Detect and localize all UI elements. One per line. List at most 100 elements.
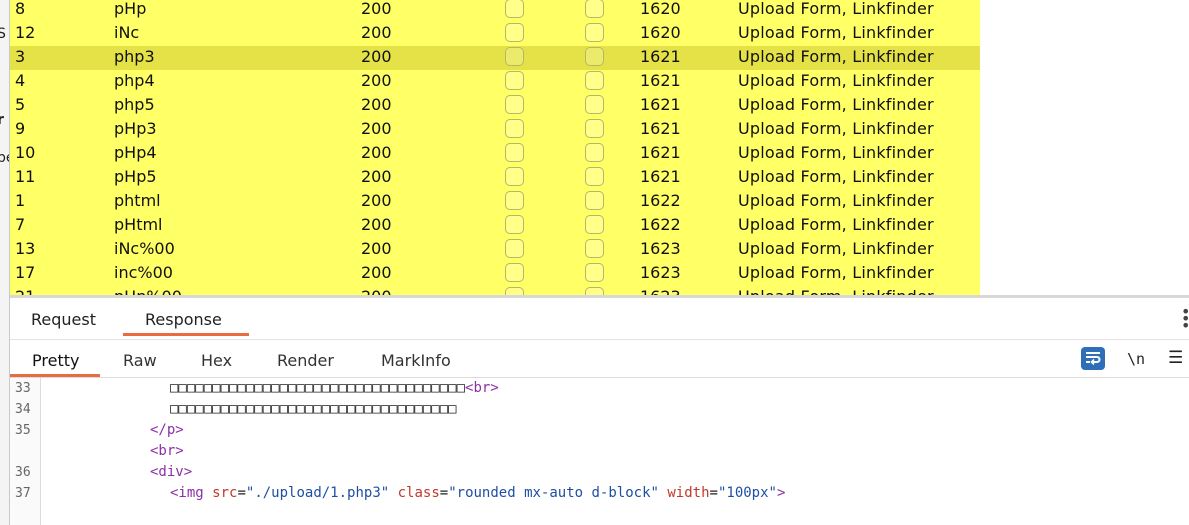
code-string: "100px" bbox=[717, 485, 777, 501]
tab-request[interactable]: Request bbox=[31, 310, 96, 329]
line-number: 36 bbox=[15, 465, 31, 480]
code-attr: src bbox=[212, 485, 238, 501]
table-row[interactable]: 9 pHp3 200 1621 Upload Form, Linkfinder bbox=[10, 118, 980, 142]
checkbox-timeout[interactable] bbox=[585, 263, 604, 282]
code-tag: </p> bbox=[150, 422, 184, 438]
table-row[interactable]: 10 pHp4 200 1621 Upload Form, Linkfinder bbox=[10, 142, 980, 166]
line-number: 35 bbox=[15, 423, 31, 438]
cell-comment: Upload Form, Linkfinder bbox=[738, 23, 934, 42]
cell-comment: Upload Form, Linkfinder bbox=[738, 47, 934, 66]
cell-payload: pHp bbox=[114, 0, 147, 18]
checkbox-error[interactable] bbox=[505, 215, 524, 234]
cell-length: 1623 bbox=[640, 239, 681, 258]
response-editor[interactable]: 33 34 35 36 37 □□□□□□□□□□□□□□□□□□□□□□□□□… bbox=[10, 378, 1189, 525]
code-line-35-wrap: <br> bbox=[150, 443, 184, 459]
cell-comment: Upload Form, Linkfinder bbox=[738, 95, 934, 114]
cell-request-id: 12 bbox=[15, 23, 36, 42]
code-string: "rounded mx-auto d-block" bbox=[448, 485, 659, 501]
tab-markinfo[interactable]: MarkInfo bbox=[381, 351, 451, 370]
code-line-36: <div> bbox=[150, 464, 192, 480]
table-row[interactable]: 3 php3 200 1621 Upload Form, Linkfinder bbox=[10, 46, 980, 70]
checkbox-timeout[interactable] bbox=[585, 215, 604, 234]
wrap-lines-icon[interactable] bbox=[1081, 347, 1105, 370]
cell-status-code: 200 bbox=[361, 143, 392, 162]
code-text: □□□□□□□□□□□□□□□□□□□□□□□□□□□□□□□□□□ bbox=[170, 401, 457, 417]
cell-status-code: 200 bbox=[361, 0, 392, 18]
table-row[interactable]: 17 inc%00 200 1623 Upload Form, Linkfinder bbox=[10, 262, 980, 286]
cell-comment: Upload Form, Linkfinder bbox=[738, 167, 934, 186]
table-row[interactable]: 4 php4 200 1621 Upload Form, Linkfinder bbox=[10, 70, 980, 94]
background-text-fragment: S bbox=[0, 26, 6, 42]
tab-raw[interactable]: Raw bbox=[123, 351, 157, 370]
newline-toggle-button[interactable]: \n bbox=[1127, 350, 1145, 368]
cell-request-id: 3 bbox=[15, 47, 26, 66]
table-row[interactable]: 13 iNc%00 200 1623 Upload Form, Linkfinder bbox=[10, 238, 980, 262]
checkbox-error[interactable] bbox=[505, 167, 524, 186]
cell-request-id: 10 bbox=[15, 143, 36, 162]
more-options-icon[interactable]: ••• bbox=[1181, 304, 1189, 334]
cell-status-code: 200 bbox=[361, 47, 392, 66]
tab-render[interactable]: Render bbox=[277, 351, 334, 370]
cell-length: 1622 bbox=[640, 191, 681, 210]
cell-payload: iNc%00 bbox=[114, 239, 175, 258]
cell-length: 1623 bbox=[640, 263, 681, 282]
checkbox-timeout[interactable] bbox=[585, 71, 604, 90]
view-tabs: Pretty Raw Hex Render MarkInfo \n ☰ bbox=[10, 340, 1189, 378]
table-row[interactable]: 1 phtml 200 1622 Upload Form, Linkfinder bbox=[10, 190, 980, 214]
code-string: "./upload/1.php3" bbox=[245, 485, 390, 501]
results-empty-area bbox=[980, 0, 1189, 296]
table-row[interactable]: 5 php5 200 1621 Upload Form, Linkfinder bbox=[10, 94, 980, 118]
cell-length: 1621 bbox=[640, 143, 681, 162]
checkbox-error[interactable] bbox=[505, 71, 524, 90]
checkbox-error[interactable] bbox=[505, 239, 524, 258]
checkbox-timeout[interactable] bbox=[585, 0, 604, 18]
table-row[interactable]: 11 pHp5 200 1621 Upload Form, Linkfinder bbox=[10, 166, 980, 190]
tab-hex[interactable]: Hex bbox=[201, 351, 232, 370]
table-row[interactable]: 7 pHtml 200 1622 Upload Form, Linkfinder bbox=[10, 214, 980, 238]
line-number: 34 bbox=[15, 402, 31, 417]
checkbox-timeout[interactable] bbox=[585, 239, 604, 258]
checkbox-error[interactable] bbox=[505, 47, 524, 66]
checkbox-error[interactable] bbox=[505, 263, 524, 282]
cell-payload: php5 bbox=[114, 95, 155, 114]
line-number: 33 bbox=[15, 381, 31, 396]
code-text: □□□□□□□□□□□□□□□□□□□□□□□□□□□□□□□□□□□ bbox=[170, 380, 466, 396]
cell-payload: phtml bbox=[114, 191, 161, 210]
tab-response[interactable]: Response bbox=[145, 310, 222, 329]
table-row[interactable]: 12 iNc 200 1620 Upload Form, Linkfinder bbox=[10, 22, 980, 46]
cell-comment: Upload Form, Linkfinder bbox=[738, 239, 934, 258]
cell-length: 1621 bbox=[640, 167, 681, 186]
checkbox-error[interactable] bbox=[505, 23, 524, 42]
hamburger-menu-icon[interactable]: ☰ bbox=[1168, 348, 1183, 368]
results-table: 8 pHp 200 1620 Upload Form, Linkfinder 12 iNc 2… bbox=[10, 0, 980, 296]
checkbox-error[interactable] bbox=[505, 191, 524, 210]
checkbox-timeout[interactable] bbox=[585, 119, 604, 138]
cell-length: 1621 bbox=[640, 95, 681, 114]
code-tag: <div> bbox=[150, 464, 193, 480]
code-line-37: <img src="./upload/1.php3" class="rounde… bbox=[170, 485, 786, 501]
checkbox-error[interactable] bbox=[505, 95, 524, 114]
checkbox-timeout[interactable] bbox=[585, 191, 604, 210]
code-line-35: </p> bbox=[150, 422, 184, 438]
checkbox-timeout[interactable] bbox=[585, 95, 604, 114]
table-row[interactable]: 8 pHp 200 1620 Upload Form, Linkfinder bbox=[10, 0, 980, 22]
checkbox-error[interactable] bbox=[505, 143, 524, 162]
checkbox-timeout[interactable] bbox=[585, 167, 604, 186]
checkbox-error[interactable] bbox=[505, 119, 524, 138]
cell-payload: inc%00 bbox=[114, 263, 173, 282]
code-tag: <br> bbox=[465, 380, 499, 396]
cell-payload: pHp5 bbox=[114, 167, 157, 186]
checkbox-timeout[interactable] bbox=[585, 143, 604, 162]
tab-pretty[interactable]: Pretty bbox=[32, 351, 79, 370]
line-number-gutter: 33 34 35 36 37 bbox=[10, 378, 41, 525]
checkbox-timeout[interactable] bbox=[585, 23, 604, 42]
checkbox-timeout[interactable] bbox=[585, 47, 604, 66]
cell-status-code: 200 bbox=[361, 239, 392, 258]
cell-comment: Upload Form, Linkfinder bbox=[738, 0, 934, 18]
cell-request-id: 1 bbox=[15, 191, 26, 210]
cell-length: 1620 bbox=[640, 0, 681, 18]
cell-payload: php4 bbox=[114, 71, 155, 90]
cell-comment: Upload Form, Linkfinder bbox=[738, 71, 934, 90]
checkbox-error[interactable] bbox=[505, 0, 524, 18]
cell-payload: iNc bbox=[114, 23, 140, 42]
